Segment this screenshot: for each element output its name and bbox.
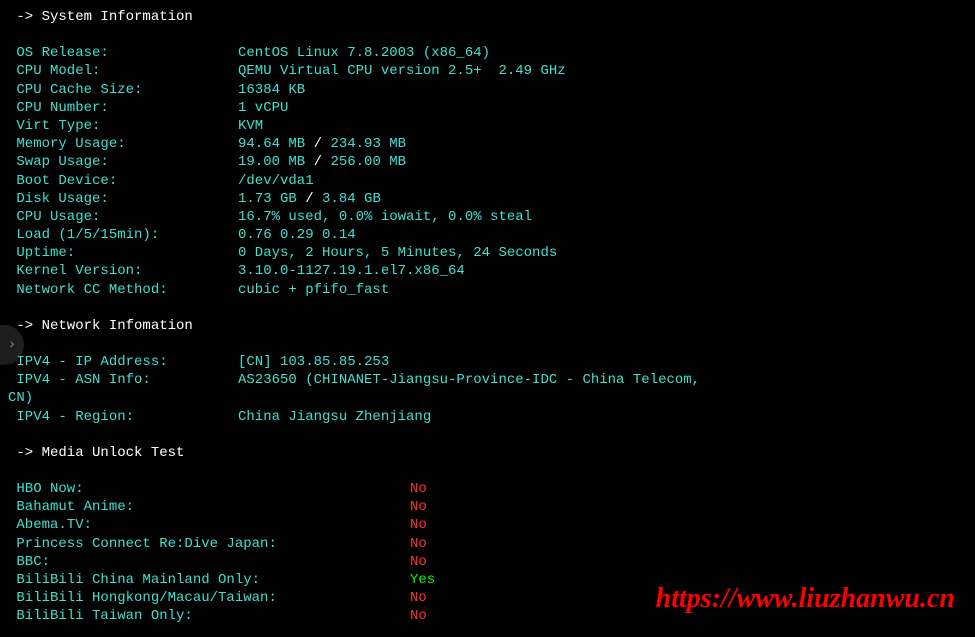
info-value: China Jiangsu Zhenjiang	[238, 408, 431, 426]
info-separator: /	[297, 190, 322, 208]
info-label: OS Release:	[8, 44, 238, 62]
info-label: Virt Type:	[8, 117, 238, 135]
media-status: No	[410, 535, 427, 553]
info-label: Network CC Method:	[8, 281, 238, 299]
info-value-used: 94.64 MB	[238, 135, 305, 153]
info-label: CPU Cache Size:	[8, 81, 238, 99]
info-value-total: 234.93 MB	[330, 135, 406, 153]
system-info-row: CPU Usage:16.7% used, 0.0% iowait, 0.0% …	[8, 208, 967, 226]
info-value-total: 3.84 GB	[322, 190, 381, 208]
media-status: No	[410, 553, 427, 571]
media-service-label: Abema.TV:	[8, 516, 410, 534]
info-value: 1 vCPU	[238, 99, 288, 117]
media-service-label: Princess Connect Re:Dive Japan:	[8, 535, 410, 553]
section-header-network: -> Network Infomation	[8, 317, 967, 335]
info-value: KVM	[238, 117, 263, 135]
info-label: IPV4 - ASN Info:	[8, 371, 238, 389]
info-value: [CN] 103.85.85.253	[238, 353, 389, 371]
media-service-label: BiliBili China Mainland Only:	[8, 571, 410, 589]
info-label: CPU Model:	[8, 62, 238, 80]
watermark: https://www.liuzhanwu.cn	[656, 581, 955, 617]
info-value: AS23650 (CHINANET-Jiangsu-Province-IDC -…	[238, 371, 700, 389]
system-info-row: CPU Number:1 vCPU	[8, 99, 967, 117]
media-status: No	[410, 607, 427, 625]
media-status: No	[410, 480, 427, 498]
info-label: Kernel Version:	[8, 262, 238, 280]
info-label: Memory Usage:	[8, 135, 238, 153]
info-value: 3.10.0-1127.19.1.el7.x86_64	[238, 262, 465, 280]
system-info-row: Kernel Version:3.10.0-1127.19.1.el7.x86_…	[8, 262, 967, 280]
media-test-row: HBO Now:No	[8, 480, 967, 498]
info-value-used: 1.73 GB	[238, 190, 297, 208]
info-label: IPV4 - IP Address:	[8, 353, 238, 371]
section-header-system: -> System Information	[8, 8, 967, 26]
info-separator: /	[305, 153, 330, 171]
info-value: 16384 KB	[238, 81, 305, 99]
info-label: CN)	[8, 389, 33, 407]
info-value: QEMU Virtual CPU version 2.5+ 2.49 GHz	[238, 62, 566, 80]
info-label: Boot Device:	[8, 172, 238, 190]
info-value: 0 Days, 2 Hours, 5 Minutes, 24 Seconds	[238, 244, 557, 262]
system-info-row: Network CC Method:cubic + pfifo_fast	[8, 281, 967, 299]
info-value: /dev/vda1	[238, 172, 314, 190]
network-info-row: IPV4 - IP Address:[CN] 103.85.85.253	[8, 353, 967, 371]
info-label: Uptime:	[8, 244, 238, 262]
network-info-row: IPV4 - Region:China Jiangsu Zhenjiang	[8, 408, 967, 426]
info-label: Load (1/5/15min):	[8, 226, 238, 244]
system-info-row: OS Release:CentOS Linux 7.8.2003 (x86_64…	[8, 44, 967, 62]
info-label: IPV4 - Region:	[8, 408, 238, 426]
media-status: No	[410, 516, 427, 534]
media-status: Yes	[410, 571, 435, 589]
info-value: 16.7% used, 0.0% iowait, 0.0% steal	[238, 208, 532, 226]
media-test-row: Princess Connect Re:Dive Japan:No	[8, 535, 967, 553]
system-info-row: Virt Type:KVM	[8, 117, 967, 135]
info-label: CPU Number:	[8, 99, 238, 117]
info-value-used: 19.00 MB	[238, 153, 305, 171]
system-info-row: CPU Model:QEMU Virtual CPU version 2.5+ …	[8, 62, 967, 80]
chevron-right-icon: ›	[8, 336, 16, 354]
info-value: CentOS Linux 7.8.2003 (x86_64)	[238, 44, 490, 62]
media-test-row: Abema.TV:No	[8, 516, 967, 534]
section-header-media: -> Media Unlock Test	[8, 444, 967, 462]
system-info-row: Memory Usage:94.64 MB / 234.93 MB	[8, 135, 967, 153]
info-value-total: 256.00 MB	[330, 153, 406, 171]
media-service-label: BiliBili Hongkong/Macau/Taiwan:	[8, 589, 410, 607]
system-info-row: CPU Cache Size:16384 KB	[8, 81, 967, 99]
media-status: No	[410, 589, 427, 607]
system-info-row: Disk Usage:1.73 GB / 3.84 GB	[8, 190, 967, 208]
media-service-label: BBC:	[8, 553, 410, 571]
info-label: CPU Usage:	[8, 208, 238, 226]
terminal-output: -> System Information OS Release:CentOS …	[8, 8, 967, 625]
network-info-row: CN)	[8, 389, 967, 407]
system-info-row: Boot Device:/dev/vda1	[8, 172, 967, 190]
media-service-label: HBO Now:	[8, 480, 410, 498]
info-separator: /	[305, 135, 330, 153]
system-info-row: Load (1/5/15min):0.76 0.29 0.14	[8, 226, 967, 244]
system-info-row: Swap Usage:19.00 MB / 256.00 MB	[8, 153, 967, 171]
info-label: Swap Usage:	[8, 153, 238, 171]
info-label: Disk Usage:	[8, 190, 238, 208]
media-service-label: Bahamut Anime:	[8, 498, 410, 516]
media-test-row: Bahamut Anime:No	[8, 498, 967, 516]
info-value: cubic + pfifo_fast	[238, 281, 389, 299]
media-status: No	[410, 498, 427, 516]
info-value: 0.76 0.29 0.14	[238, 226, 356, 244]
network-info-row: IPV4 - ASN Info:AS23650 (CHINANET-Jiangs…	[8, 371, 967, 389]
media-test-row: BBC:No	[8, 553, 967, 571]
media-service-label: BiliBili Taiwan Only:	[8, 607, 410, 625]
system-info-row: Uptime:0 Days, 2 Hours, 5 Minutes, 24 Se…	[8, 244, 967, 262]
